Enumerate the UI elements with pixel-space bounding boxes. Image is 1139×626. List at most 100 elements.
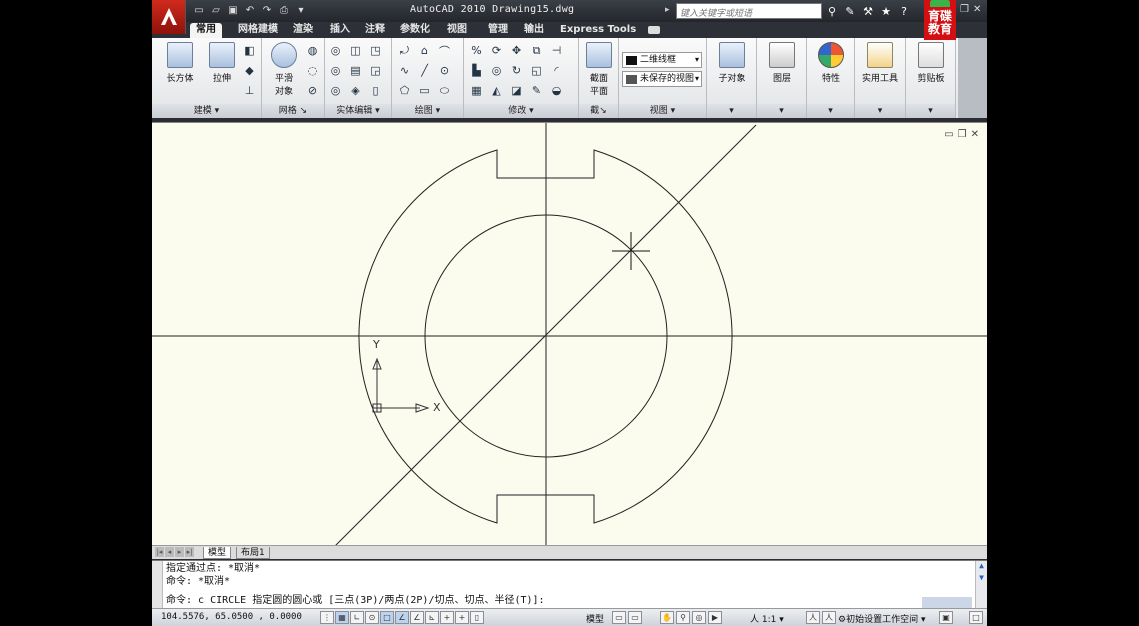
tab-output[interactable]: 输出 (518, 23, 550, 38)
grid-display-button[interactable]: ▦ (335, 611, 349, 624)
drawing-canvas[interactable]: ▭ ❐ ✕ Y X (152, 122, 987, 546)
utilities-tool[interactable]: 实用工具 (860, 42, 900, 84)
snap-mode-button[interactable]: ⋮ (320, 611, 334, 624)
panel-draw-label[interactable]: 绘图 ▾ (392, 104, 463, 118)
prev-layout-icon[interactable]: ◂ (165, 547, 174, 557)
quick-view-layouts-button[interactable]: ▭ (612, 611, 626, 624)
circle-icon[interactable]: ⊙ (436, 62, 453, 79)
workspace-switcher[interactable]: ⚙初始设置工作空间 ▾ (838, 612, 925, 625)
refine-mesh-icon[interactable]: ⊘ (304, 82, 321, 99)
help-icon[interactable]: ? (896, 3, 912, 19)
toolbar-lock-icon[interactable]: ▣ (939, 611, 953, 624)
box-tool[interactable]: 长方体 (160, 42, 200, 84)
search-expand-icon[interactable]: ▸ (665, 5, 670, 15)
ortho-mode-button[interactable]: ∟ (350, 611, 364, 624)
quick-properties-button[interactable]: ▯ (470, 611, 484, 624)
next-layout-icon[interactable]: ▸ (175, 547, 184, 557)
tab-annotate[interactable]: 注释 (359, 23, 391, 38)
arc-icon[interactable]: ⌒ (436, 42, 453, 59)
tab-mesh-modeling[interactable]: 网格建模 (232, 23, 284, 38)
object-snap-tracking-button[interactable]: ∠ (410, 611, 424, 624)
communication-icon[interactable]: ⚒ (860, 3, 876, 19)
3d-osnap-button[interactable]: ∠ (395, 611, 409, 624)
last-layout-icon[interactable]: ▸| (185, 547, 194, 557)
thicken-icon[interactable]: ▤ (347, 62, 364, 79)
command-prompt[interactable]: 命令: c CIRCLE 指定圆的圆心或 [三点(3P)/两点(2P)/切点、切… (166, 594, 545, 607)
extract-edges-icon[interactable]: ◳ (367, 42, 384, 59)
first-layout-icon[interactable]: |◂ (155, 547, 164, 557)
subtract-icon[interactable]: ◎ (327, 62, 344, 79)
line-icon[interactable]: ╱ (416, 62, 433, 79)
ucs-icon[interactable]: ⊥ (241, 82, 258, 99)
mirror-icon[interactable]: ◭ (488, 82, 505, 99)
separate-icon[interactable]: ◲ (367, 62, 384, 79)
search-input[interactable]: 键入关键字或短语 (676, 3, 822, 19)
move-icon[interactable]: ✥ (508, 42, 525, 59)
polar-tracking-button[interactable]: ⊙ (365, 611, 379, 624)
annotation-scale[interactable]: 人 1:1 ▾ (750, 612, 784, 625)
intersect-icon[interactable]: ◎ (327, 82, 344, 99)
scale-icon[interactable]: ◱ (528, 62, 545, 79)
smooth-less-icon[interactable]: ◌ (304, 62, 321, 79)
smooth-object-tool[interactable]: 平滑 对象 (264, 42, 304, 97)
panel-view-label[interactable]: 视图 ▾ (619, 104, 706, 118)
quick-view-drawings-button[interactable]: ▭ (628, 611, 642, 624)
binoculars-icon[interactable]: ⚲ (824, 3, 840, 19)
showmotion-icon[interactable]: ▶ (708, 611, 722, 624)
ellipse-icon[interactable]: ⬭ (436, 82, 453, 99)
cursor-coordinates[interactable]: 104.5576, 65.0500 , 0.0000 (161, 612, 302, 622)
rectangle-icon[interactable]: ▭ (416, 82, 433, 99)
polygon-icon[interactable]: ⬠ (396, 82, 413, 99)
tab-render[interactable]: 渲染 (287, 23, 319, 38)
restore-icon[interactable]: ❐ (960, 4, 969, 15)
dynamic-input-button[interactable]: + (440, 611, 454, 624)
3dpolyline-icon[interactable]: ⌂ (416, 42, 433, 59)
qat-dropdown-icon[interactable]: ▾ (294, 4, 308, 17)
tab-view[interactable]: 视图 (441, 23, 473, 38)
presspull-icon[interactable]: ◆ (241, 62, 258, 79)
tab-express-tools[interactable]: Express Tools (554, 23, 642, 38)
tab-manage[interactable]: 管理 (482, 23, 514, 38)
subscription-icon[interactable]: ✎ (842, 3, 858, 19)
polyline-icon[interactable]: ⤾ (396, 42, 413, 59)
panel-subobject-expand[interactable]: ▾ (707, 104, 756, 118)
rotate-icon[interactable]: ↻ (508, 62, 525, 79)
tab-layout1[interactable]: 布局1 (236, 547, 270, 559)
panel-clipboard-expand[interactable]: ▾ (906, 104, 955, 118)
named-view-dropdown[interactable]: 未保存的视图 ▾ (622, 71, 702, 87)
tab-home[interactable]: 常用 (190, 23, 222, 38)
zoom-icon[interactable]: ⚲ (676, 611, 690, 624)
scroll-up-icon[interactable]: ▲ (976, 561, 987, 573)
offset-icon[interactable]: ◪ (508, 82, 525, 99)
union-icon[interactable]: ◎ (327, 42, 344, 59)
match-properties-icon[interactable]: ◒ (548, 82, 565, 99)
lineweight-button[interactable]: + (455, 611, 469, 624)
panel-section-label[interactable]: 截↘ (579, 104, 618, 118)
erase-icon[interactable]: ✎ (528, 82, 545, 99)
array-icon[interactable]: ◎ (488, 62, 505, 79)
object-snap-button[interactable]: □ (380, 611, 394, 624)
clean-screen-icon[interactable]: □ (969, 611, 983, 624)
annotation-visibility-icon[interactable]: 人 (806, 611, 820, 624)
open-file-icon[interactable]: ▱ (209, 4, 223, 17)
panel-utilities-expand[interactable]: ▾ (855, 104, 905, 118)
tab-parametric[interactable]: 参数化 (394, 23, 436, 38)
panel-modify-label[interactable]: 修改 ▾ (464, 104, 578, 118)
redo-icon[interactable]: ↷ (260, 4, 274, 17)
tab-model[interactable]: 模型 (203, 547, 232, 559)
command-hscrollbar[interactable] (922, 597, 972, 608)
rotate3d-icon[interactable]: ⟳ (488, 42, 505, 59)
minimize-ribbon-icon[interactable] (648, 26, 660, 34)
clipboard-tool[interactable]: 剪贴板 (911, 42, 951, 84)
close-icon[interactable]: ✕ (973, 4, 981, 15)
array-rect-icon[interactable]: ▦ (468, 82, 485, 99)
imprint-icon[interactable]: ◈ (347, 82, 364, 99)
slice-icon[interactable]: ◫ (347, 42, 364, 59)
stretch-icon[interactable]: ▙ (468, 62, 485, 79)
section-plane-tool[interactable]: 截面 平面 (579, 42, 619, 97)
fillet-icon[interactable]: ◜ (548, 62, 565, 79)
panel-solid-editing-label[interactable]: 实体编辑 ▾ (325, 104, 391, 118)
command-window-grip[interactable] (152, 561, 163, 609)
trim-icon[interactable]: % (468, 42, 485, 59)
extrude-tool[interactable]: 拉伸 (202, 42, 242, 84)
